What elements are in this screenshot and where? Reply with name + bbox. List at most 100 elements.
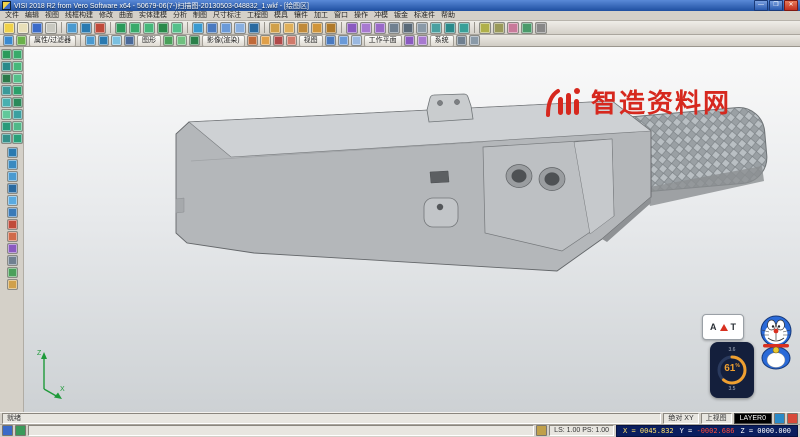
s3-icon[interactable] [456, 35, 467, 46]
move-icon[interactable] [269, 22, 281, 34]
group-workplane[interactable]: 工作平面 [364, 35, 402, 47]
select-filter-icon[interactable] [507, 22, 519, 34]
attr-icon[interactable] [3, 35, 14, 46]
menu-standard-parts[interactable]: 标准件 [411, 11, 438, 21]
menu-sheetmetal[interactable]: 钣金 [391, 11, 411, 21]
surface-icon[interactable] [192, 22, 204, 34]
menu-machining[interactable]: 加工 [311, 11, 331, 21]
mirror-icon[interactable] [297, 22, 309, 34]
group-system[interactable]: 系统 [430, 35, 454, 47]
pan-icon[interactable] [458, 22, 470, 34]
minimize-button[interactable]: — [754, 0, 768, 11]
redo-icon[interactable] [80, 22, 92, 34]
command-input[interactable] [28, 425, 534, 436]
w3-icon[interactable] [351, 35, 362, 46]
layer-indicator[interactable]: LAYER0 [734, 413, 772, 424]
close-button[interactable]: ✕ [784, 0, 798, 11]
section-icon[interactable] [374, 22, 386, 34]
v4-icon[interactable] [286, 35, 297, 46]
menu-solid[interactable]: 实体建模 [136, 11, 170, 21]
extrude-icon[interactable] [220, 22, 232, 34]
g2-icon[interactable] [98, 35, 109, 46]
g4-icon[interactable] [124, 35, 135, 46]
refresh-icon[interactable] [521, 22, 533, 34]
point-icon[interactable] [115, 22, 127, 34]
status-red-toggle[interactable] [787, 413, 798, 424]
copy-2d-icon[interactable] [7, 183, 18, 194]
v2-icon[interactable] [260, 35, 271, 46]
group-graphics[interactable]: 图形 [137, 35, 161, 47]
group-rendering[interactable]: 影像(渲染) [202, 35, 245, 47]
menu-analysis[interactable]: 分析 [170, 11, 190, 21]
spline-icon[interactable] [12, 85, 23, 96]
offset-icon[interactable] [1, 109, 12, 120]
group-views[interactable]: 视图 [299, 35, 323, 47]
menu-drawing[interactable]: 工程图 [244, 11, 271, 21]
solid-icon[interactable] [206, 22, 218, 34]
shade-icon[interactable] [402, 22, 414, 34]
array-icon[interactable] [325, 22, 337, 34]
snap-toggle-button[interactable] [536, 425, 547, 436]
curve-icon[interactable] [171, 22, 183, 34]
revolve-icon[interactable] [234, 22, 246, 34]
filter-icon[interactable] [16, 35, 27, 46]
measure-icon[interactable] [346, 22, 358, 34]
r3-icon[interactable] [189, 35, 200, 46]
trim-icon[interactable] [12, 109, 23, 120]
menu-window[interactable]: 窗口 [331, 11, 351, 21]
polygon-icon[interactable] [12, 97, 23, 108]
command-icon-blue[interactable] [2, 425, 13, 436]
menu-help[interactable]: 帮助 [438, 11, 458, 21]
ellipse-icon[interactable] [1, 85, 12, 96]
w2-icon[interactable] [338, 35, 349, 46]
layers-panel-icon[interactable] [7, 255, 18, 266]
move-2d-icon[interactable] [7, 147, 18, 158]
scale-icon[interactable] [311, 22, 323, 34]
circle-icon[interactable] [157, 22, 169, 34]
rotate-icon[interactable] [283, 22, 295, 34]
print-icon[interactable] [45, 22, 57, 34]
line-2d-icon[interactable] [1, 61, 12, 72]
snap-icon[interactable] [479, 22, 491, 34]
rectangle-icon[interactable] [1, 97, 12, 108]
save-icon[interactable] [31, 22, 43, 34]
select-icon[interactable] [1, 49, 12, 60]
r2-icon[interactable] [176, 35, 187, 46]
graphics-viewport[interactable]: 智造资料网 Z X A T [24, 47, 800, 412]
command-icon-green[interactable] [15, 425, 26, 436]
v3-icon[interactable] [273, 35, 284, 46]
v1-icon[interactable] [247, 35, 258, 46]
status-blue-toggle[interactable] [774, 413, 785, 424]
scale-2d-icon[interactable] [7, 171, 18, 182]
maximize-button[interactable]: ❐ [769, 0, 783, 11]
mirror-2d-icon[interactable] [12, 133, 23, 144]
delete-icon[interactable] [94, 22, 106, 34]
circle-2d-icon[interactable] [12, 73, 23, 84]
settings-icon[interactable] [535, 22, 547, 34]
grid-icon[interactable] [493, 22, 505, 34]
menu-file[interactable]: 文件 [2, 11, 22, 21]
zoom-fit-icon[interactable] [430, 22, 442, 34]
menu-mould[interactable]: 模具 [271, 11, 291, 21]
menu-wireframe[interactable]: 线框构建 [62, 11, 96, 21]
snap-toggle-icon[interactable] [7, 267, 18, 278]
menu-surface[interactable]: 曲面 [116, 11, 136, 21]
stretch-icon[interactable] [7, 207, 18, 218]
current-view[interactable]: 上视图 [701, 413, 732, 424]
undo-icon[interactable] [66, 22, 78, 34]
open-icon[interactable] [17, 22, 29, 34]
chamfer-2d-icon[interactable] [1, 133, 12, 144]
wireframe-icon[interactable] [416, 22, 428, 34]
grid-toggle-icon[interactable] [7, 279, 18, 290]
menu-progress[interactable]: 冲模 [371, 11, 391, 21]
s1-icon[interactable] [404, 35, 415, 46]
view-orientation-widget[interactable]: A T [702, 314, 744, 340]
point-2d-icon[interactable] [12, 49, 23, 60]
r1-icon[interactable] [163, 35, 174, 46]
menu-view[interactable]: 视图 [42, 11, 62, 21]
rotate-2d-icon[interactable] [7, 159, 18, 170]
polyline-icon[interactable] [12, 61, 23, 72]
array-2d-icon[interactable] [7, 195, 18, 206]
layers-icon[interactable] [388, 22, 400, 34]
extend-icon[interactable] [1, 121, 12, 132]
